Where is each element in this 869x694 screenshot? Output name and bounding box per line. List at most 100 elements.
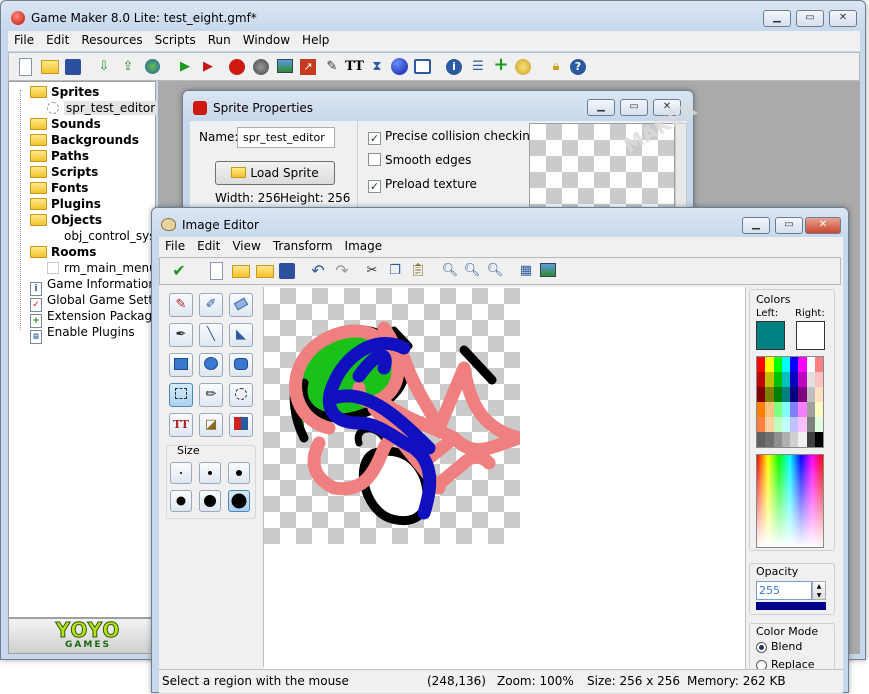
debug-icon[interactable]: ▶ bbox=[199, 58, 217, 76]
font-icon[interactable]: TT bbox=[345, 58, 364, 76]
save-icon[interactable] bbox=[65, 59, 81, 75]
menu-run[interactable]: Run bbox=[202, 31, 237, 47]
menu-window[interactable]: Window bbox=[237, 31, 296, 47]
minimize-button[interactable]: ▁ bbox=[763, 10, 791, 27]
palette-swatch[interactable] bbox=[773, 387, 782, 402]
rounded-rectangle-tool[interactable] bbox=[229, 353, 253, 377]
image-properties-icon[interactable] bbox=[540, 263, 556, 277]
tree-item-paths[interactable]: Paths bbox=[30, 148, 89, 164]
blend-radio[interactable] bbox=[756, 642, 767, 653]
palette-swatch[interactable] bbox=[790, 357, 799, 372]
tree-item-extension-packages[interactable]: + Extension Packages bbox=[30, 308, 166, 328]
copy-icon[interactable]: ❐ bbox=[386, 262, 404, 280]
palette-swatch[interactable] bbox=[806, 417, 815, 432]
tree-item-game-information[interactable]: i Game Information bbox=[30, 276, 156, 296]
palette-swatch[interactable] bbox=[790, 372, 799, 387]
create-executable-icon[interactable]: ⇩ bbox=[95, 58, 113, 76]
palette-swatch[interactable] bbox=[773, 357, 782, 372]
palette-swatch[interactable] bbox=[814, 372, 823, 387]
run-icon[interactable]: ▶ bbox=[176, 58, 194, 76]
cut-icon[interactable]: ✂ bbox=[363, 262, 381, 280]
checkbox[interactable] bbox=[368, 153, 381, 166]
palette-swatch[interactable] bbox=[798, 417, 807, 432]
option-smooth-edges[interactable]: Smooth edges bbox=[368, 153, 471, 167]
new-image-icon[interactable] bbox=[210, 262, 223, 280]
tree-item-scripts[interactable]: Scripts bbox=[30, 164, 98, 180]
palette-swatch[interactable] bbox=[806, 357, 815, 372]
sprite-maximize-button[interactable]: ▭ bbox=[620, 99, 648, 116]
size-2-button[interactable] bbox=[199, 462, 221, 484]
tree-item-obj-control-syste[interactable]: obj_control_syste bbox=[47, 228, 168, 244]
palette-swatch[interactable] bbox=[773, 402, 782, 417]
tree-item-sounds[interactable]: Sounds bbox=[30, 116, 101, 132]
fill-tool[interactable]: ◪ bbox=[199, 413, 223, 437]
right-color-swatch[interactable] bbox=[796, 321, 825, 350]
palette-swatch[interactable] bbox=[765, 432, 774, 447]
editor-menu-file[interactable]: File bbox=[159, 237, 191, 253]
eraser-tool[interactable] bbox=[229, 293, 253, 317]
palette-swatch[interactable] bbox=[781, 372, 790, 387]
open-icon[interactable] bbox=[41, 60, 59, 74]
palette-swatch[interactable] bbox=[757, 432, 766, 447]
paste-icon[interactable]: 📋︎ bbox=[409, 262, 427, 280]
editor-menu-transform[interactable]: Transform bbox=[267, 237, 339, 253]
select-region-tool[interactable] bbox=[169, 383, 193, 407]
palette-swatch[interactable] bbox=[798, 357, 807, 372]
editor-close-button[interactable]: ✕ bbox=[805, 217, 841, 234]
color-spectrum[interactable] bbox=[756, 454, 824, 548]
palette-swatch[interactable] bbox=[781, 387, 790, 402]
pencil-tool[interactable]: ✎ bbox=[169, 293, 193, 317]
palette-swatch[interactable] bbox=[814, 402, 823, 417]
editor-maximize-button[interactable]: ▭ bbox=[775, 217, 803, 234]
left-color-swatch[interactable] bbox=[756, 321, 785, 350]
palette-swatch[interactable] bbox=[765, 357, 774, 372]
palette-swatch[interactable] bbox=[806, 432, 815, 447]
palette-swatch[interactable] bbox=[798, 372, 807, 387]
size-1-button[interactable] bbox=[170, 462, 192, 484]
tree-item-backgrounds[interactable]: Backgrounds bbox=[30, 132, 139, 148]
zoom-out-icon[interactable]: 🔍︎ bbox=[441, 262, 459, 280]
zoom-normal-icon[interactable]: 🔍︎ bbox=[463, 262, 481, 280]
color-palette[interactable] bbox=[756, 356, 824, 448]
option-precise-collision-checking[interactable]: ✓ Precise collision checking bbox=[368, 129, 537, 145]
palette-swatch[interactable] bbox=[814, 387, 823, 402]
checkbox[interactable]: ✓ bbox=[368, 132, 381, 145]
palette-swatch[interactable] bbox=[757, 387, 766, 402]
palette-swatch[interactable] bbox=[790, 402, 799, 417]
size-4-button[interactable] bbox=[170, 490, 192, 512]
palette-swatch[interactable] bbox=[790, 417, 799, 432]
spray-tool[interactable]: ✐ bbox=[199, 293, 223, 317]
help-icon[interactable]: ? bbox=[570, 59, 586, 75]
palette-swatch[interactable] bbox=[781, 432, 790, 447]
object-icon[interactable] bbox=[391, 58, 408, 75]
redo-icon[interactable]: ↷ bbox=[333, 262, 351, 280]
lock-icon[interactable]: 🔒︎ bbox=[547, 58, 565, 76]
sprite-icon[interactable] bbox=[229, 59, 245, 75]
palette-swatch[interactable] bbox=[765, 402, 774, 417]
palette-swatch[interactable] bbox=[806, 387, 815, 402]
extension-icon[interactable]: + bbox=[492, 56, 510, 74]
close-button[interactable]: ✕ bbox=[829, 10, 857, 27]
size-3-button[interactable] bbox=[228, 462, 250, 484]
sprite-minimize-button[interactable]: ▁ bbox=[587, 99, 615, 116]
menu-scripts[interactable]: Scripts bbox=[149, 31, 202, 47]
opacity-bar[interactable] bbox=[756, 602, 826, 610]
plugins-icon[interactable] bbox=[515, 59, 531, 75]
palette-swatch[interactable] bbox=[773, 417, 782, 432]
palette-swatch[interactable] bbox=[781, 357, 790, 372]
palette-swatch[interactable] bbox=[790, 387, 799, 402]
line-tool[interactable]: ╲ bbox=[199, 323, 223, 347]
tree-item-spr-test-editor[interactable]: spr_test_editor bbox=[47, 100, 158, 116]
rectangle-tool[interactable] bbox=[169, 353, 193, 377]
editor-menu-edit[interactable]: Edit bbox=[191, 237, 226, 253]
tree-item-enable-plugins[interactable]: ≡ Enable Plugins bbox=[30, 324, 135, 344]
palette-swatch[interactable] bbox=[806, 372, 815, 387]
palette-swatch[interactable] bbox=[790, 432, 799, 447]
color-picker-tool[interactable]: ✒ bbox=[169, 323, 193, 347]
ellipse-tool[interactable] bbox=[199, 353, 223, 377]
tree-item-objects[interactable]: Objects bbox=[30, 212, 102, 228]
sound-icon[interactable] bbox=[253, 59, 269, 75]
zoom-in-icon[interactable]: 🔍︎ bbox=[486, 262, 504, 280]
publish-icon[interactable]: ⇪ bbox=[119, 58, 137, 76]
text-tool[interactable]: TT bbox=[169, 413, 193, 437]
